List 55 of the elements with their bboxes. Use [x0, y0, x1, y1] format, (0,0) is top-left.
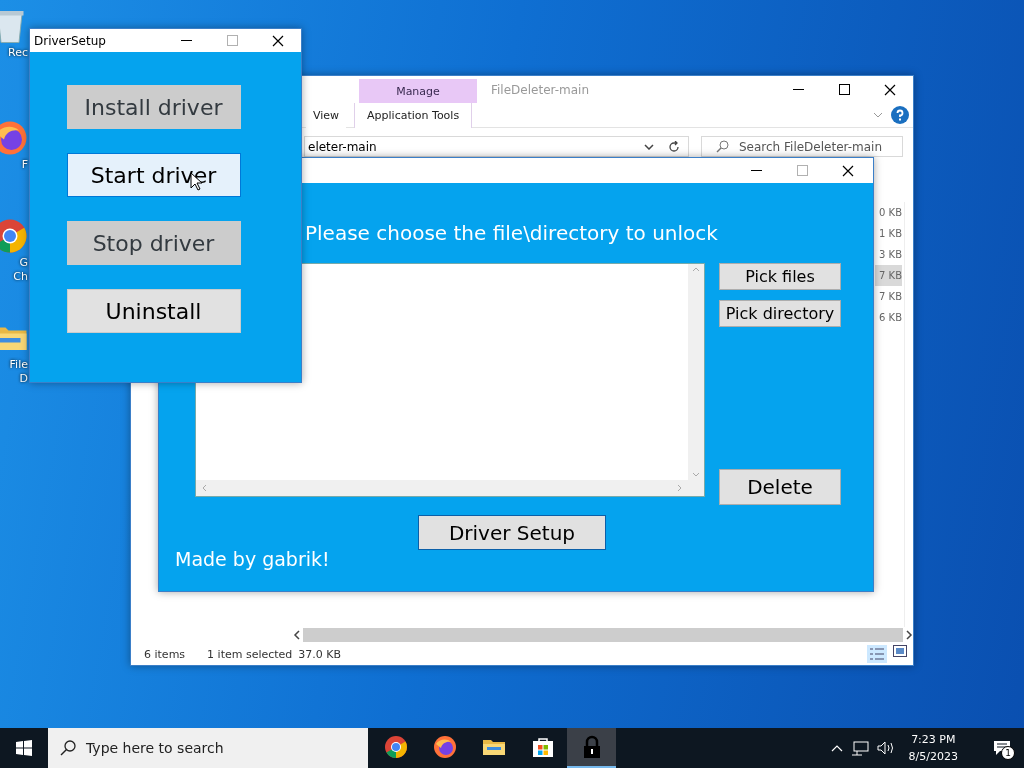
- instruction-heading: Please choose the file\directory to unlock: [305, 221, 719, 245]
- minimize-icon[interactable]: [180, 39, 192, 42]
- close-icon[interactable]: [884, 83, 896, 96]
- delete-button[interactable]: Delete: [719, 469, 841, 505]
- horizontal-scrollbar[interactable]: [303, 628, 903, 642]
- desktop-icon-label[interactable]: F: [21, 158, 28, 172]
- close-icon[interactable]: [842, 164, 854, 177]
- help-icon[interactable]: [891, 106, 909, 124]
- maximize-icon[interactable]: [838, 84, 850, 95]
- minimize-icon[interactable]: [750, 169, 762, 172]
- driver-action-button[interactable]: Start driver: [66, 153, 241, 197]
- network-icon[interactable]: [850, 740, 869, 756]
- taskbar-app[interactable]: [567, 728, 616, 768]
- status-text: 37.0 KB: [298, 647, 342, 661]
- close-icon[interactable]: [272, 34, 284, 47]
- chevron-up-icon[interactable]: [830, 744, 843, 752]
- window-title: DriverSetup: [33, 33, 106, 48]
- large-icons-view-icon[interactable]: [893, 645, 907, 657]
- size-cell-text: 7 KB: [878, 290, 902, 304]
- chrome-icon[interactable]: [383, 735, 408, 759]
- search-icon: [60, 740, 76, 756]
- desktop-icon-label[interactable]: G Ch: [4, 256, 28, 284]
- scroll-left-icon[interactable]: [293, 630, 301, 640]
- pick-button[interactable]: Pick directory: [719, 300, 841, 327]
- size-cell-text: 6 KB: [878, 311, 902, 325]
- chevron-down-icon[interactable]: [644, 143, 654, 150]
- clock-date[interactable]: 8/5/2023: [908, 748, 958, 765]
- address-bar[interactable]: eleter-main: [304, 136, 689, 157]
- address-text: eleter-main: [308, 139, 377, 154]
- size-cell: 7 KB: [875, 265, 902, 286]
- taskbar-search-field[interactable]: Type here to search: [48, 728, 368, 768]
- pick-button[interactable]: Pick files: [719, 263, 841, 290]
- store-icon[interactable]: [530, 735, 555, 759]
- desktop-icon-label[interactable]: FileD: [4, 358, 28, 386]
- size-cell-text: 3 KB: [878, 248, 902, 262]
- scroll-right-icon[interactable]: [905, 630, 913, 640]
- refresh-icon[interactable]: [668, 140, 680, 153]
- driver-action-button[interactable]: Uninstall: [66, 289, 241, 333]
- window-title: FileDeleter-main: [491, 82, 589, 97]
- notification-badge: 1: [1001, 746, 1015, 760]
- minimize-icon[interactable]: [792, 88, 804, 91]
- firefox-icon[interactable]: [432, 735, 457, 759]
- speaker-icon[interactable]: [876, 741, 895, 755]
- clock-time[interactable]: 7:23 PM: [911, 731, 956, 748]
- windows-start-icon[interactable]: [16, 740, 32, 756]
- search-icon: [716, 140, 729, 153]
- credit-text: Made by gabrik!: [175, 548, 330, 570]
- search-field[interactable]: Search FileDeleter-main: [701, 136, 903, 157]
- ribbon-tab[interactable]: Application Tools: [354, 102, 473, 128]
- size-cell-text: 1 KB: [878, 227, 902, 241]
- status-text: 6 items: [144, 647, 186, 661]
- driver-setup-button[interactable]: Driver Setup: [418, 515, 606, 550]
- ribbon-context-tab[interactable]: Manage: [359, 79, 477, 103]
- status-text: 1 item selected: [207, 647, 293, 661]
- size-cell-text: 0 KB: [878, 206, 902, 220]
